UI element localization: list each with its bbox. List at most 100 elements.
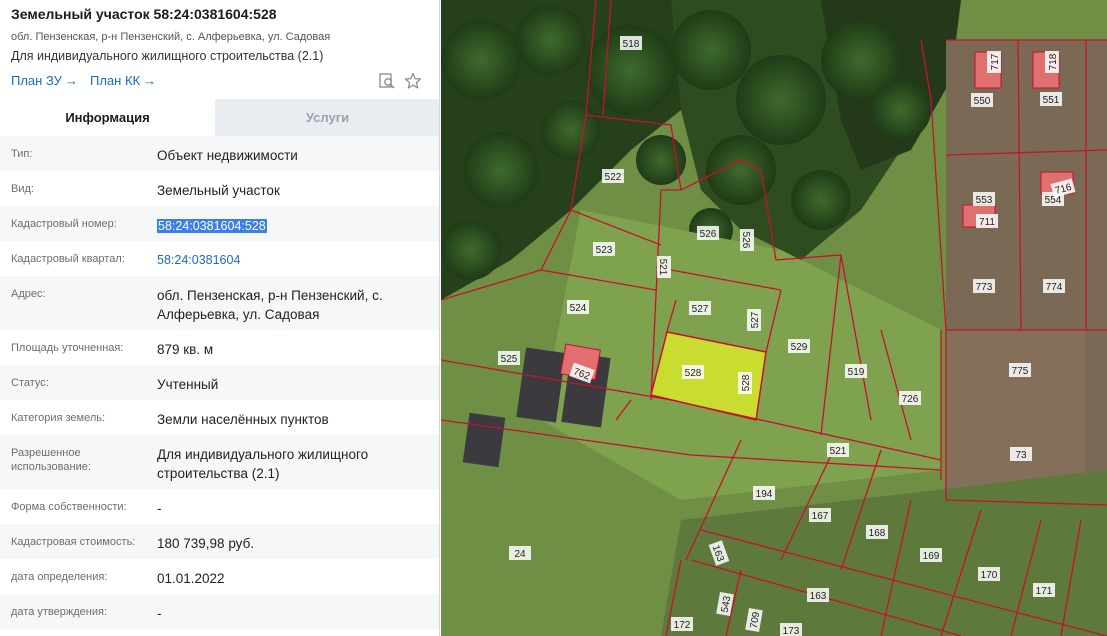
svg-text:528: 528: [685, 368, 702, 379]
row-type: Тип: Объект недвижимости: [0, 136, 439, 171]
svg-text:521: 521: [657, 259, 668, 276]
svg-text:194: 194: [756, 489, 773, 500]
parcel-label: 718: [1045, 51, 1059, 73]
property-table: Тип: Объект недвижимости Вид: Земельный …: [0, 136, 439, 629]
tab-services[interactable]: Услуги: [215, 99, 439, 136]
parcel-label: 774: [1043, 279, 1065, 293]
parcel-label: 522: [602, 169, 624, 183]
row-land-category: Категория земель: Земли населённых пункт…: [0, 400, 439, 435]
row-label: дата утверждения:: [11, 606, 108, 618]
svg-text:173: 173: [783, 626, 800, 636]
row-label: Площадь уточненная:: [11, 342, 124, 354]
row-value: 180 739,98 руб.: [157, 536, 255, 551]
row-value: обл. Пензенская, р-н Пензенский, с. Алфе…: [157, 288, 383, 322]
svg-text:518: 518: [623, 39, 640, 50]
plan-zu-label: План ЗУ: [11, 73, 62, 88]
row-cadastral-value: Кадастровая стоимость: 180 739,98 руб.: [0, 524, 439, 559]
parcel-label: 711: [976, 214, 998, 228]
svg-text:169: 169: [923, 551, 940, 562]
row-ownership: Форма собственности: -: [0, 489, 439, 524]
plan-zu-link[interactable]: План ЗУ →: [11, 73, 78, 88]
svg-text:521: 521: [830, 446, 847, 457]
row-value[interactable]: 58:24:0381604:528: [157, 216, 432, 236]
parcel-label: 194: [753, 486, 775, 500]
tab-information[interactable]: Информация: [0, 99, 215, 136]
parcel-label: 24: [509, 546, 531, 560]
parcel-label: 521: [657, 256, 671, 278]
row-label: Кадастровый номер:: [11, 218, 117, 230]
cadastral-map[interactable]: 518 522 523 524 525 526 526 521 527 527 …: [441, 0, 1107, 636]
search-doc-icon[interactable]: [378, 72, 396, 90]
parcel-label: 528: [738, 372, 752, 394]
svg-text:163: 163: [810, 591, 827, 602]
svg-text:550: 550: [974, 96, 991, 107]
plowed-field: [946, 330, 1086, 500]
svg-text:172: 172: [674, 620, 691, 631]
row-label: Адрес:: [11, 288, 46, 300]
arrow-right-icon: →: [64, 73, 78, 88]
parcel-label: 551: [1040, 92, 1062, 106]
parcel-label: 519: [845, 364, 867, 378]
parcel-label: 528: [682, 365, 704, 379]
parcel-label: 523: [593, 242, 615, 256]
row-cadastral-quarter: Кадастровый квартал: 58:24:0381604: [0, 241, 439, 276]
svg-text:171: 171: [1036, 586, 1053, 597]
svg-text:24: 24: [514, 549, 526, 560]
parcel-address: обл. Пензенская, р-н Пензенский, с. Алфе…: [11, 31, 331, 43]
row-cadastral-number: Кадастровый номер: 58:24:0381604:528: [0, 206, 439, 241]
info-panel: Земельный участок 58:24:0381604:528 обл.…: [0, 0, 440, 636]
svg-text:170: 170: [981, 570, 998, 581]
parcel-label: 170: [978, 567, 1000, 581]
svg-text:726: 726: [902, 394, 919, 405]
parcel-label: 518: [620, 36, 642, 50]
svg-text:711: 711: [979, 217, 995, 228]
row-label: Вид:: [11, 183, 34, 195]
svg-text:73: 73: [1015, 450, 1027, 461]
parcel-label: 167: [809, 508, 831, 522]
svg-text:529: 529: [791, 342, 808, 353]
row-label: Разрешенное использование:: [11, 447, 91, 473]
row-value: Земли населённых пунктов: [157, 412, 329, 427]
row-value: 879 кв. м: [157, 342, 214, 357]
plan-kk-link[interactable]: План КК →: [90, 73, 156, 88]
svg-text:527: 527: [692, 304, 709, 315]
svg-text:167: 167: [812, 511, 829, 522]
row-value: -: [157, 606, 162, 621]
row-label: Тип:: [11, 148, 33, 160]
parcel-label: 171: [1033, 583, 1055, 597]
svg-text:523: 523: [596, 245, 613, 256]
row-address: Адрес: обл. Пензенская, р-н Пензенский, …: [0, 276, 439, 330]
parcel-purpose: Для индивидуального жилищного строительс…: [11, 49, 324, 63]
row-label: Категория земель:: [11, 412, 106, 424]
svg-text:554: 554: [1045, 195, 1062, 206]
svg-text:527: 527: [750, 311, 761, 328]
cadastral-number-selected[interactable]: 58:24:0381604:528: [157, 219, 267, 233]
map-canvas[interactable]: 518 522 523 524 525 526 526 521 527 527 …: [441, 0, 1107, 636]
star-icon[interactable]: [404, 72, 422, 90]
parcel-label: 168: [866, 525, 888, 539]
row-label: Кадастровый квартал:: [11, 253, 125, 265]
row-area: Площадь уточненная: 879 кв. м: [0, 330, 439, 365]
svg-text:168: 168: [869, 528, 886, 539]
svg-text:717: 717: [990, 53, 1001, 70]
parcel-label: 527: [747, 309, 761, 331]
row-value: 01.01.2022: [157, 571, 225, 586]
svg-text:522: 522: [605, 172, 622, 183]
parcel-label: 553: [973, 192, 995, 206]
svg-text:551: 551: [1043, 95, 1060, 106]
parcel-label: 773: [973, 279, 995, 293]
row-label: Статус:: [11, 377, 49, 389]
parcel-label: 173: [780, 623, 802, 636]
parcel-label: 169: [920, 548, 942, 562]
cadastral-quarter-link[interactable]: 58:24:0381604: [157, 251, 432, 270]
row-value: -: [157, 501, 162, 516]
svg-text:519: 519: [848, 367, 865, 378]
svg-text:553: 553: [976, 195, 993, 206]
row-value: Земельный участок: [157, 183, 280, 198]
svg-text:718: 718: [1048, 53, 1059, 70]
parcel-label: 163: [807, 588, 829, 602]
svg-text:524: 524: [570, 303, 587, 314]
parcel-label: 73: [1010, 447, 1032, 461]
svg-text:528: 528: [741, 374, 752, 391]
parcel-label: 521: [827, 443, 849, 457]
